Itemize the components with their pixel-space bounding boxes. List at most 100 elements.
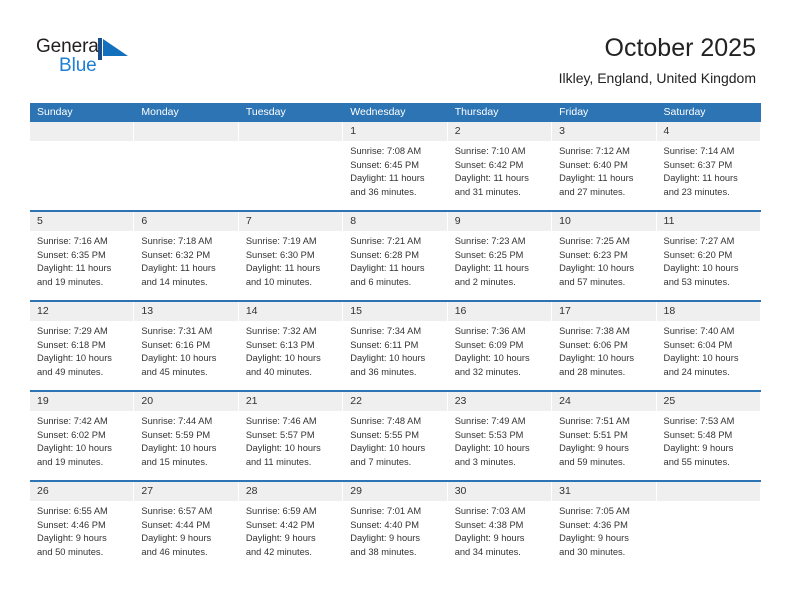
day-sunrise-text: Sunrise: 7:36 AM [454, 326, 526, 336]
day-sunrise-text: Sunrise: 7:44 AM [141, 416, 213, 426]
day-sunset-text: Sunset: 6:06 PM [559, 339, 628, 350]
day-daylight2-text: and 27 minutes. [559, 186, 626, 197]
day-cell[interactable]: 26 Sunrise: 6:55 AM Sunset: 4:46 PM Dayligh… [30, 482, 135, 570]
day-cell[interactable]: 12 Sunrise: 7:29 AM Sunset: 6:18 PM Dayligh… [30, 302, 135, 390]
day-cell[interactable]: 24 Sunrise: 7:51 AM Sunset: 5:51 PM Dayligh… [552, 392, 657, 480]
day-sunset-text: Sunset: 4:46 PM [37, 519, 106, 530]
day-daylight2-text: and 31 minutes. [454, 186, 521, 197]
day-daylight2-text: and 55 minutes. [663, 456, 730, 467]
day-daylight1-text: Daylight: 10 hours [663, 353, 739, 364]
day-cell[interactable]: 11 Sunrise: 7:27 AM Sunset: 6:20 PM Dayligh… [656, 212, 761, 300]
day-cell-empty [656, 482, 761, 570]
day-number: 4 [656, 122, 761, 141]
day-cell[interactable]: 31 Sunrise: 7:05 AM Sunset: 4:36 PM Dayligh… [552, 482, 657, 570]
day-cell[interactable]: 7 Sunrise: 7:19 AM Sunset: 6:30 PM Daylight… [238, 212, 344, 300]
day-number: 13 [134, 302, 239, 321]
calendar-page: General Blue October 2025 Ilkley, Englan… [0, 0, 792, 612]
day-daylight2-text: and 32 minutes. [454, 366, 521, 377]
day-sunrise-text: Sunrise: 7:34 AM [350, 326, 422, 336]
day-cell[interactable]: 5 Sunrise: 7:16 AM Sunset: 6:35 PM Daylight… [30, 212, 135, 300]
weekday-header-wednesday: Wednesday [350, 106, 406, 118]
day-sunset-text: Sunset: 4:40 PM [350, 519, 419, 530]
day-number: 20 [134, 392, 239, 411]
day-number: 27 [134, 482, 239, 501]
day-details: Sunrise: 7:21 AM Sunset: 6:28 PM Daylight:… [343, 231, 447, 295]
brand-name-blue: Blue [59, 55, 97, 76]
day-cell[interactable]: 23 Sunrise: 7:49 AM Sunset: 5:53 PM Dayligh… [447, 392, 553, 480]
day-daylight1-text: Daylight: 10 hours [454, 443, 530, 454]
day-cell[interactable]: 28 Sunrise: 6:59 AM Sunset: 4:42 PM Dayligh… [238, 482, 344, 570]
day-cell[interactable]: 9 Sunrise: 7:23 AM Sunset: 6:25 PM Daylight… [447, 212, 553, 300]
day-cell[interactable]: 16 Sunrise: 7:36 AM Sunset: 6:09 PM Dayligh… [447, 302, 553, 390]
day-cell[interactable]: 17 Sunrise: 7:38 AM Sunset: 6:06 PM Dayligh… [552, 302, 657, 390]
day-number: 19 [30, 392, 135, 411]
day-cell-empty [238, 122, 344, 210]
calendar-week-row: 5 Sunrise: 7:16 AM Sunset: 6:35 PM Daylight… [30, 210, 761, 300]
day-cell[interactable]: 4 Sunrise: 7:14 AM Sunset: 6:37 PM Daylight… [656, 122, 761, 210]
day-sunrise-text: Sunrise: 7:53 AM [663, 416, 735, 426]
day-daylight2-text: and 36 minutes. [350, 366, 417, 377]
day-number [656, 482, 761, 501]
day-cell[interactable]: 30 Sunrise: 7:03 AM Sunset: 4:38 PM Dayligh… [447, 482, 553, 570]
day-cell[interactable]: 19 Sunrise: 7:42 AM Sunset: 6:02 PM Dayligh… [30, 392, 135, 480]
page-title: October 2025 [604, 34, 757, 62]
day-sunrise-text: Sunrise: 7:29 AM [37, 326, 108, 336]
day-cell[interactable]: 3 Sunrise: 7:12 AM Sunset: 6:40 PM Daylight… [552, 122, 657, 210]
day-daylight2-text: and 3 minutes. [454, 456, 516, 467]
day-daylight1-text: Daylight: 9 hours [559, 443, 629, 454]
day-cell[interactable]: 20 Sunrise: 7:44 AM Sunset: 5:59 PM Dayligh… [134, 392, 239, 480]
calendar-week-row: 12 Sunrise: 7:29 AM Sunset: 6:18 PM Dayligh… [30, 300, 761, 390]
day-cell[interactable]: 22 Sunrise: 7:48 AM Sunset: 5:55 PM Dayligh… [343, 392, 448, 480]
day-daylight2-text: and 59 minutes. [559, 456, 626, 467]
day-number: 7 [238, 212, 344, 231]
day-sunset-text: Sunset: 5:53 PM [454, 429, 524, 440]
day-daylight1-text: Daylight: 10 hours [350, 353, 426, 364]
day-cell[interactable]: 15 Sunrise: 7:34 AM Sunset: 6:11 PM Dayligh… [343, 302, 448, 390]
day-cell[interactable]: 27 Sunrise: 6:57 AM Sunset: 4:44 PM Dayligh… [134, 482, 239, 570]
day-details: Sunrise: 7:16 AM Sunset: 6:35 PM Daylight:… [30, 231, 134, 295]
day-details: Sunrise: 7:10 AM Sunset: 6:42 PM Daylight:… [448, 141, 552, 205]
day-daylight1-text: Daylight: 9 hours [37, 533, 107, 544]
day-daylight2-text: and 2 minutes. [454, 276, 516, 287]
day-sunrise-text: Sunrise: 7:21 AM [350, 236, 422, 246]
day-cell[interactable]: 10 Sunrise: 7:25 AM Sunset: 6:23 PM Dayligh… [552, 212, 657, 300]
day-sunrise-text: Sunrise: 7:08 AM [350, 146, 422, 156]
day-daylight2-text: and 6 minutes. [350, 276, 412, 287]
day-sunset-text: Sunset: 6:25 PM [454, 249, 524, 260]
weekday-header-tuesday: Tuesday [245, 106, 286, 118]
day-details: Sunrise: 7:42 AM Sunset: 6:02 PM Daylight:… [30, 411, 134, 475]
day-cell[interactable]: 21 Sunrise: 7:46 AM Sunset: 5:57 PM Dayligh… [238, 392, 344, 480]
day-sunset-text: Sunset: 4:44 PM [141, 519, 211, 530]
day-number: 11 [656, 212, 761, 231]
day-sunset-text: Sunset: 5:59 PM [141, 429, 211, 440]
day-number: 31 [552, 482, 657, 501]
day-number: 14 [238, 302, 344, 321]
day-sunrise-text: Sunrise: 6:57 AM [141, 506, 213, 516]
day-sunrise-text: Sunrise: 7:48 AM [350, 416, 422, 426]
day-daylight2-text: and 34 minutes. [454, 546, 521, 557]
day-cell[interactable]: 8 Sunrise: 7:21 AM Sunset: 6:28 PM Daylight… [343, 212, 448, 300]
day-sunset-text: Sunset: 4:36 PM [559, 519, 628, 530]
day-sunset-text: Sunset: 4:42 PM [245, 519, 315, 530]
day-daylight2-text: and 19 minutes. [37, 276, 104, 287]
day-cell[interactable]: 25 Sunrise: 7:53 AM Sunset: 5:48 PM Dayligh… [656, 392, 761, 480]
day-sunrise-text: Sunrise: 7:19 AM [245, 236, 317, 246]
calendar-weeks: 1 Sunrise: 7:08 AM Sunset: 6:45 PM Daylight… [30, 122, 761, 570]
day-daylight2-text: and 15 minutes. [141, 456, 208, 467]
day-daylight1-text: Daylight: 10 hours [245, 443, 321, 454]
day-details: Sunrise: 7:34 AM Sunset: 6:11 PM Daylight:… [343, 321, 447, 385]
day-cell[interactable]: 29 Sunrise: 7:01 AM Sunset: 4:40 PM Dayligh… [343, 482, 448, 570]
day-sunrise-text: Sunrise: 7:42 AM [37, 416, 108, 426]
day-cell[interactable]: 6 Sunrise: 7:18 AM Sunset: 6:32 PM Daylight… [134, 212, 239, 300]
day-cell[interactable]: 18 Sunrise: 7:40 AM Sunset: 6:04 PM Dayligh… [656, 302, 761, 390]
page-header: General Blue October 2025 Ilkley, Englan… [0, 0, 792, 100]
day-cell[interactable]: 13 Sunrise: 7:31 AM Sunset: 6:16 PM Dayligh… [134, 302, 239, 390]
day-daylight2-text: and 23 minutes. [663, 186, 730, 197]
day-daylight2-text: and 38 minutes. [350, 546, 417, 557]
brand-logo[interactable]: General Blue [36, 36, 236, 86]
day-number: 1 [343, 122, 448, 141]
day-cell[interactable]: 1 Sunrise: 7:08 AM Sunset: 6:45 PM Daylight… [343, 122, 448, 210]
day-daylight1-text: Daylight: 10 hours [37, 443, 112, 454]
day-cell[interactable]: 14 Sunrise: 7:32 AM Sunset: 6:13 PM Dayligh… [238, 302, 344, 390]
day-cell[interactable]: 2 Sunrise: 7:10 AM Sunset: 6:42 PM Daylight… [447, 122, 553, 210]
